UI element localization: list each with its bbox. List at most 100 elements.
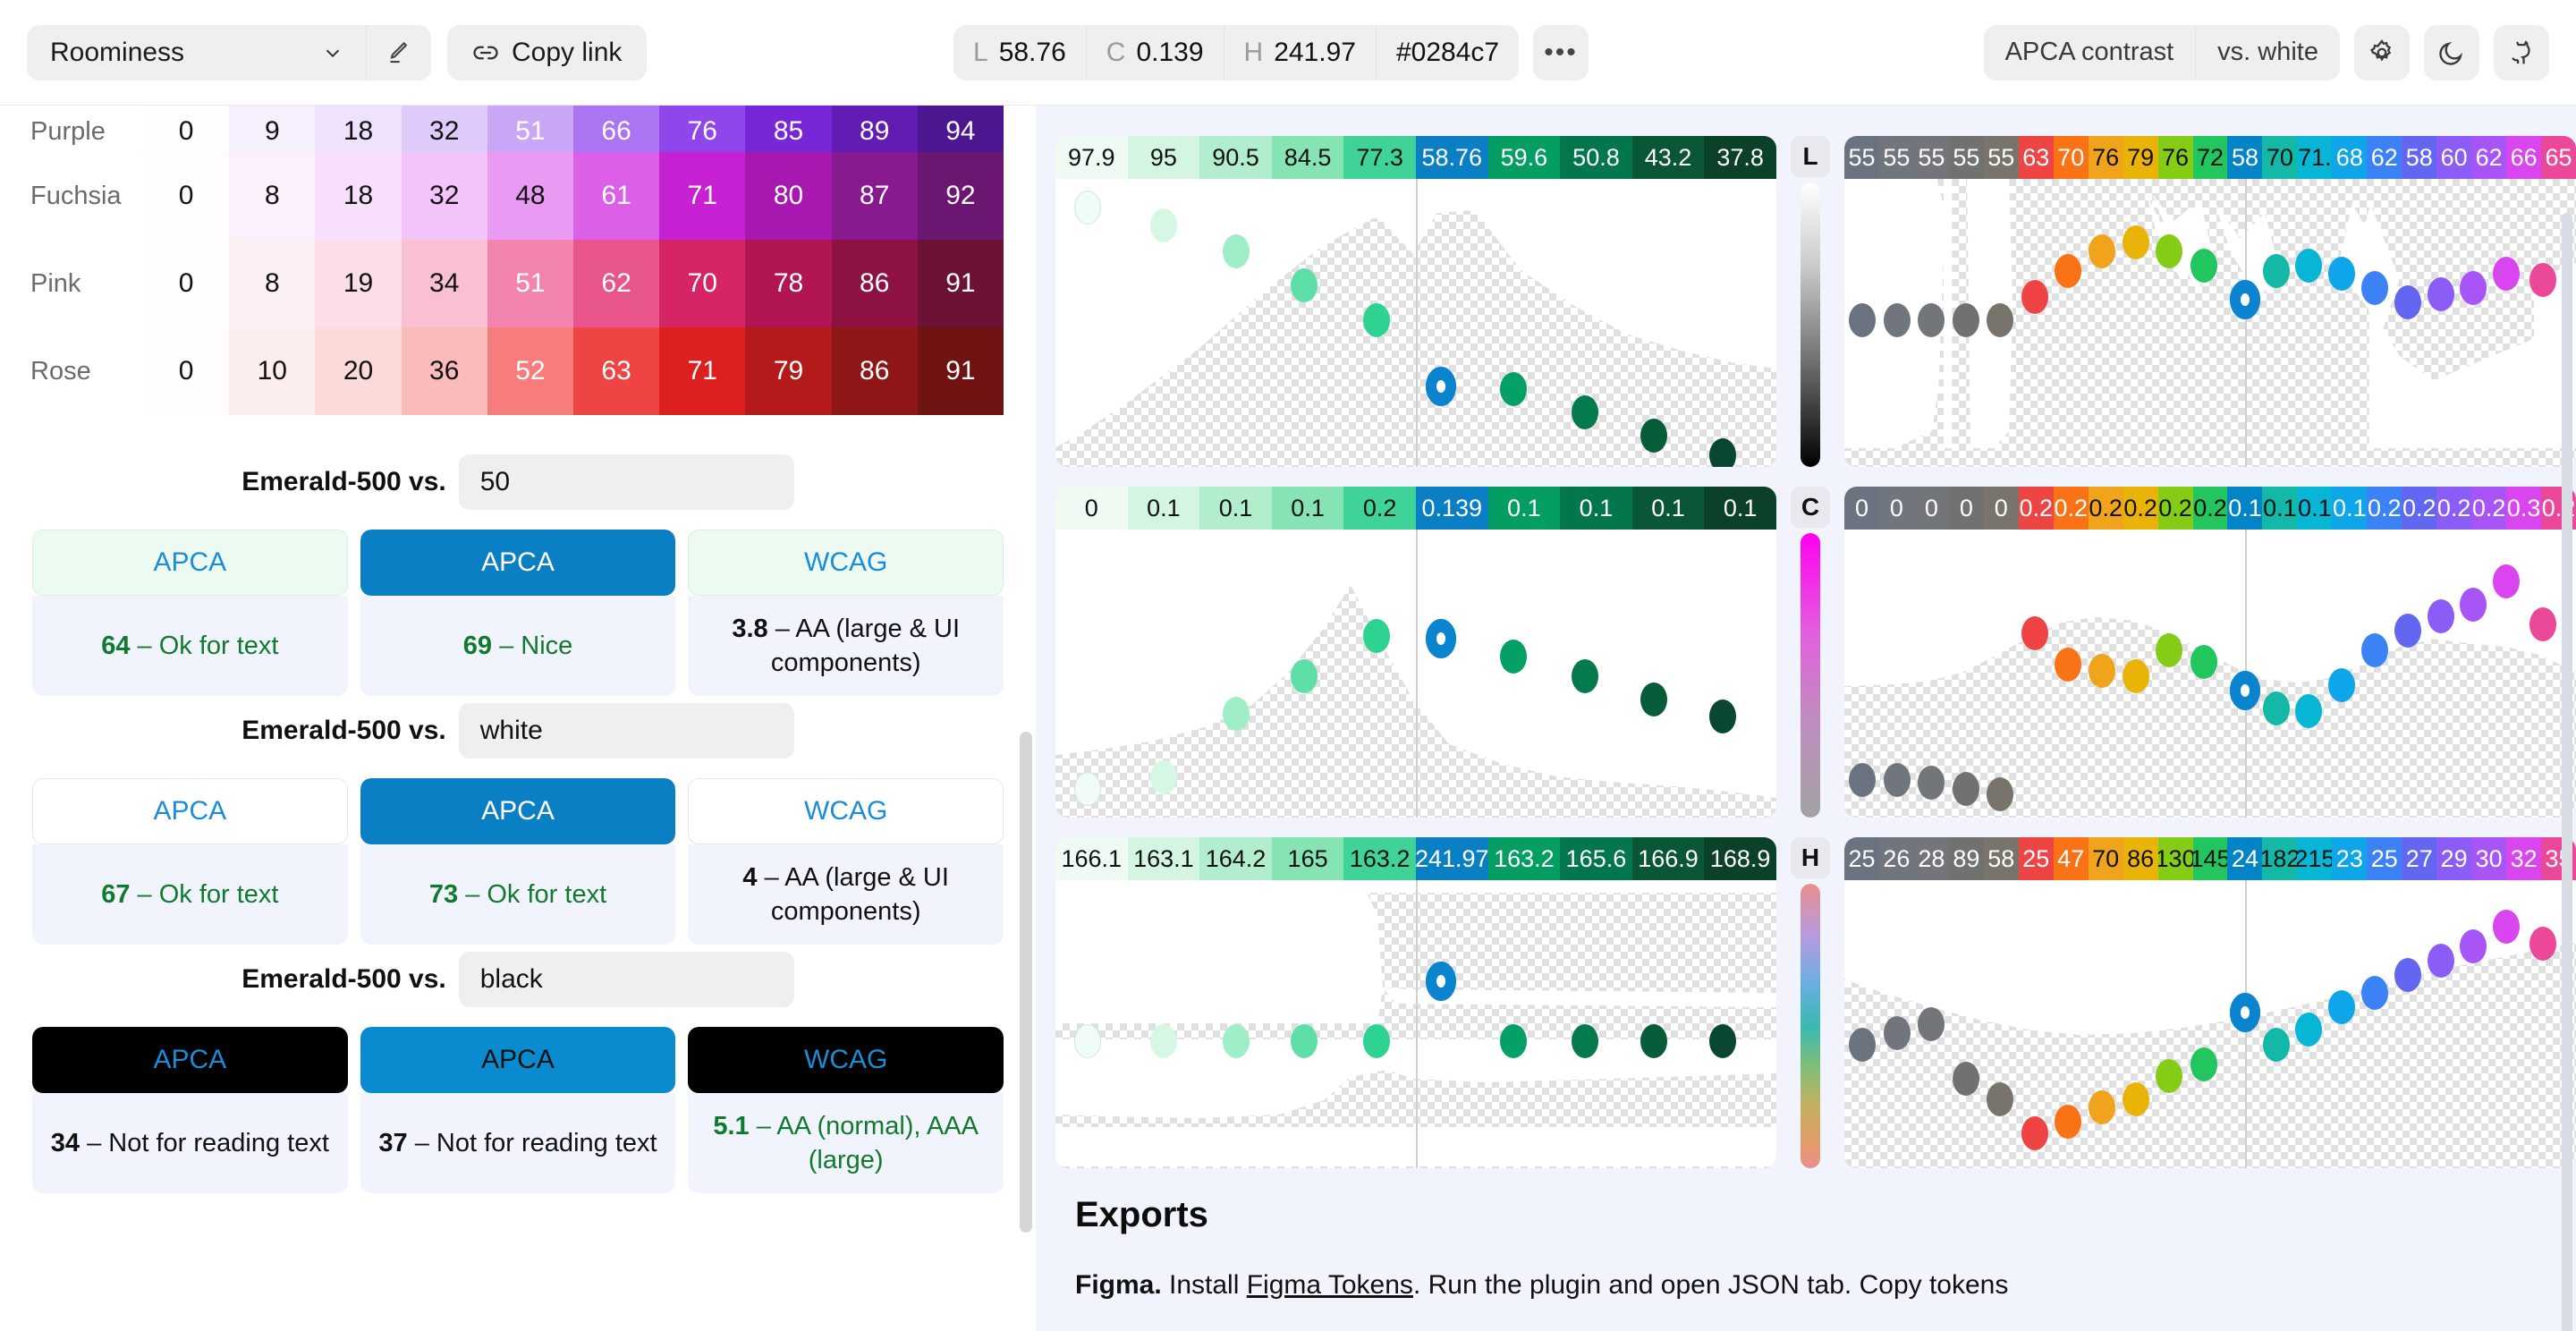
chart-header-cell[interactable]: 163.2 bbox=[1488, 837, 1561, 880]
chart-dot-selected[interactable] bbox=[2230, 671, 2260, 710]
chart-header-cell[interactable]: 166.1 bbox=[1055, 837, 1128, 880]
chart-header-cell[interactable]: 25 bbox=[1844, 837, 1879, 880]
chart-dot[interactable] bbox=[2123, 659, 2149, 693]
contrast-card-header[interactable]: WCAG bbox=[688, 778, 1004, 844]
chart-dot[interactable] bbox=[2328, 668, 2355, 702]
chart-header-cell[interactable]: 0.2 bbox=[2054, 487, 2089, 530]
chart-header-cell[interactable]: 29 bbox=[2436, 837, 2471, 880]
chart-header-cell[interactable]: 0.2 bbox=[2158, 487, 2193, 530]
chart-header-cell[interactable]: 43.2 bbox=[1632, 136, 1705, 179]
swatch-cell[interactable]: 94 bbox=[918, 106, 1004, 152]
swatch-cell[interactable]: 66 bbox=[573, 106, 659, 152]
chart-header-cell[interactable]: 62 bbox=[2471, 136, 2506, 179]
chart-header-cell[interactable]: 55 bbox=[1844, 136, 1879, 179]
chart-header-cell[interactable]: 0.3 bbox=[2506, 487, 2541, 530]
chart-header-cell[interactable]: 165.6 bbox=[1560, 837, 1632, 880]
chart-header-cell[interactable]: 97.9 bbox=[1055, 136, 1128, 179]
chart-header-cell[interactable]: 58 bbox=[1984, 837, 2019, 880]
chart-dot[interactable] bbox=[2055, 254, 2081, 288]
swatch-cell[interactable]: 86 bbox=[832, 327, 918, 415]
chart-header-cell[interactable]: 0.1 bbox=[1632, 487, 1705, 530]
chart-dot[interactable] bbox=[2295, 1013, 2322, 1047]
chart-header-cell[interactable]: 0 bbox=[1879, 487, 1914, 530]
swatch-cell[interactable]: 70 bbox=[659, 240, 745, 327]
swatch-cell[interactable]: 0 bbox=[143, 152, 229, 240]
chart-header-cell-selected[interactable]: 58.76 bbox=[1416, 136, 1488, 179]
chart-dot[interactable] bbox=[2123, 1082, 2149, 1116]
chart-header-cell[interactable]: 0.1 bbox=[2262, 487, 2297, 530]
chart-header-cell[interactable]: 50.8 bbox=[1560, 136, 1632, 179]
chart-dot[interactable] bbox=[2361, 271, 2388, 305]
chart-header-cell[interactable]: 0.1 bbox=[1128, 487, 1200, 530]
chart-header-cell[interactable]: 23 bbox=[2332, 837, 2367, 880]
copy-link-button[interactable]: Copy link bbox=[447, 25, 647, 81]
chart-header-cell[interactable]: 163.1 bbox=[1128, 837, 1200, 880]
chart-dot[interactable] bbox=[2156, 234, 2182, 268]
chart-header-cell[interactable]: 55 bbox=[1949, 136, 1984, 179]
chart-header-cell[interactable]: 0.2 bbox=[2471, 487, 2506, 530]
contrast-card-header[interactable]: APCA bbox=[360, 530, 676, 596]
github-button[interactable] bbox=[2494, 25, 2549, 81]
chart-dot[interactable] bbox=[1363, 303, 1390, 337]
chart-header-cell[interactable]: 165 bbox=[1272, 837, 1344, 880]
chart-dot[interactable] bbox=[2021, 280, 2048, 314]
chart-dot[interactable] bbox=[1849, 303, 1876, 337]
chart-dot[interactable] bbox=[1291, 268, 1318, 302]
chart-header-cell[interactable]: 63 bbox=[2019, 136, 2054, 179]
swatch-cell[interactable]: 34 bbox=[402, 240, 487, 327]
chart-dot[interactable] bbox=[2089, 654, 2115, 688]
chart-plot-area[interactable] bbox=[1055, 880, 1776, 1168]
contrast-mode-button[interactable]: APCA contrast bbox=[1984, 25, 2197, 81]
chart-dot[interactable] bbox=[1918, 1007, 1945, 1041]
chart-dot[interactable] bbox=[1918, 303, 1945, 337]
chart-dot[interactable] bbox=[2361, 976, 2388, 1010]
contrast-card-header[interactable]: WCAG bbox=[688, 1027, 1004, 1093]
chart-dot[interactable] bbox=[1987, 1082, 2013, 1116]
chart-header-cell[interactable]: 0.1 bbox=[1272, 487, 1344, 530]
chart-dot[interactable] bbox=[2394, 285, 2421, 319]
chart-dot[interactable] bbox=[1572, 1024, 1598, 1058]
chart-dot-selected[interactable] bbox=[2230, 280, 2260, 319]
chart-header-cell[interactable]: 27 bbox=[2402, 837, 2436, 880]
chart-header-cell[interactable]: 60 bbox=[2436, 136, 2471, 179]
chart-dot-selected[interactable] bbox=[1426, 619, 1456, 658]
chart-header-cell[interactable]: 70 bbox=[2262, 136, 2297, 179]
contrast-card-header[interactable]: APCA bbox=[360, 1027, 676, 1093]
swatch-cell[interactable]: 78 bbox=[745, 240, 831, 327]
chart-dot[interactable] bbox=[2021, 616, 2048, 650]
chart-header-cell[interactable]: 0.2 bbox=[2019, 487, 2054, 530]
chart-header-cell[interactable]: 58 bbox=[2402, 136, 2436, 179]
theme-toggle-button[interactable] bbox=[2424, 25, 2479, 81]
contrast-card-header[interactable]: WCAG bbox=[688, 530, 1004, 596]
contrast-card-header[interactable]: APCA bbox=[32, 1027, 348, 1093]
chart-header-cell[interactable]: 47 bbox=[2054, 837, 2089, 880]
chart-header-cell[interactable]: 71. bbox=[2297, 136, 2332, 179]
chart-header-cell[interactable]: 70 bbox=[2054, 136, 2089, 179]
swatch-cell[interactable]: 89 bbox=[832, 106, 918, 152]
swatch-cell[interactable]: 91 bbox=[918, 240, 1004, 327]
chart-dot[interactable] bbox=[1500, 1024, 1527, 1058]
chart-header-cell[interactable]: 79 bbox=[2123, 136, 2158, 179]
chart-header-cell[interactable]: 166.9 bbox=[1632, 837, 1705, 880]
swatch-cell[interactable]: 9 bbox=[229, 106, 315, 152]
chart-dot[interactable] bbox=[1363, 619, 1390, 653]
swatch-cell[interactable]: 51 bbox=[487, 240, 573, 327]
chart-dot[interactable] bbox=[1223, 234, 1250, 268]
chart-header-cell[interactable]: 86 bbox=[2123, 837, 2158, 880]
swatch-cell[interactable]: 91 bbox=[918, 327, 1004, 415]
chart-dot[interactable] bbox=[1884, 303, 1911, 337]
swatch-cell[interactable]: 0 bbox=[143, 240, 229, 327]
chart-plot-area[interactable] bbox=[1844, 530, 2576, 818]
swatch-cell[interactable]: 8 bbox=[229, 152, 315, 240]
chart-header-cell[interactable]: 0.1 bbox=[2297, 487, 2332, 530]
chart-dot[interactable] bbox=[2295, 249, 2322, 283]
chart-header-cell[interactable]: 59.6 bbox=[1488, 136, 1561, 179]
chart-header-cell[interactable]: 89 bbox=[1949, 837, 1984, 880]
chart-header-cell[interactable]: 0.2 bbox=[2193, 487, 2228, 530]
chart-header-cell[interactable]: 0.2 bbox=[2089, 487, 2123, 530]
chart-header-cell[interactable]: 25 bbox=[2019, 837, 2054, 880]
chart-dot[interactable] bbox=[2055, 648, 2081, 682]
chart-header-cell[interactable]: 0.1 bbox=[1488, 487, 1561, 530]
chart-header-cell[interactable]: 0.1 bbox=[1560, 487, 1632, 530]
swatch-cell[interactable]: 71 bbox=[659, 152, 745, 240]
